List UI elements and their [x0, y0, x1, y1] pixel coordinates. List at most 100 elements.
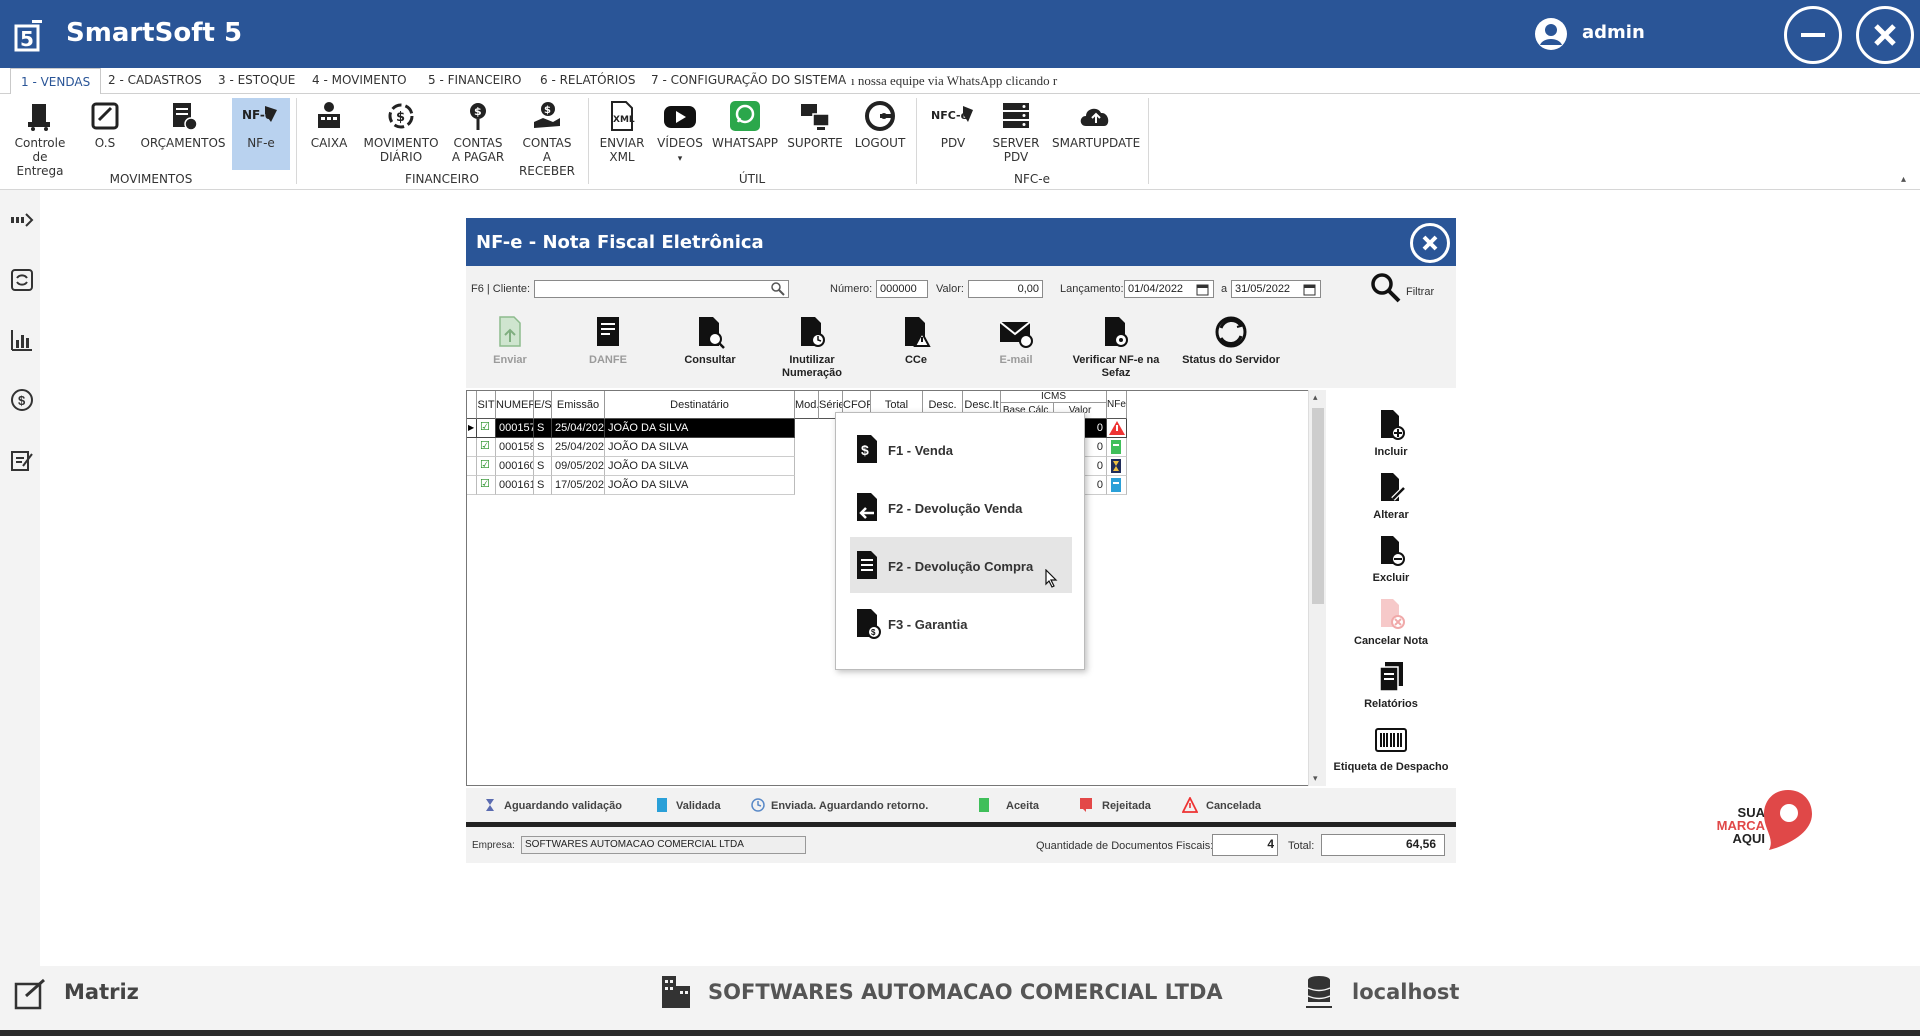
- chart-icon[interactable]: [10, 328, 34, 352]
- nfe-icon: NF-e: [242, 106, 277, 122]
- server-pdv-button[interactable]: SERVER PDV: [988, 98, 1044, 170]
- calendar-icon[interactable]: [1303, 283, 1316, 296]
- orcamentos-button[interactable]: ORÇAMENTOS: [140, 98, 226, 170]
- col-numero[interactable]: NUMERO: [496, 391, 534, 419]
- relatorios-button[interactable]: Relatórios: [1326, 660, 1456, 711]
- sidebar-toggle-icon[interactable]: [10, 208, 34, 232]
- menu-item-garantia[interactable]: $ F3 - Garantia: [850, 595, 1072, 651]
- money-icon[interactable]: $: [10, 388, 34, 412]
- movimento-diario-button[interactable]: $ MOVIMENTO DIÁRIO: [362, 98, 440, 170]
- toolbar: Enviar DANFE Consultar Inutilizar Numeraç…: [466, 308, 1456, 388]
- edit-document-icon: [1381, 473, 1406, 501]
- validated-icon: [657, 798, 667, 812]
- os-button[interactable]: O.S: [80, 98, 130, 170]
- status-filial: Matriz: [64, 980, 139, 1004]
- tab-vendas[interactable]: 1 - VENDAS: [10, 68, 102, 95]
- check-icon: ☑: [477, 457, 496, 476]
- tab-movimento[interactable]: 4 - MOVIMENTO: [312, 73, 407, 87]
- incluir-button[interactable]: Incluir: [1326, 408, 1456, 459]
- qtd-field: 4: [1212, 834, 1278, 856]
- close-dialog-button[interactable]: [1410, 223, 1450, 263]
- contas-pagar-button[interactable]: $ CONTAS A PAGAR: [450, 98, 506, 170]
- svg-text:$: $: [474, 105, 482, 118]
- danfe-button[interactable]: DANFE: [578, 314, 638, 367]
- tab-configuracao[interactable]: 7 - CONFIGURAÇÃO DO SISTEMA: [651, 73, 846, 87]
- sync-icon[interactable]: [10, 268, 34, 292]
- tab-cadastros[interactable]: 2 - CADASTROS: [108, 73, 202, 87]
- valor-label: Valor:: [936, 283, 964, 295]
- whatsapp-button[interactable]: WHATSAPP: [712, 98, 778, 170]
- menu-item-devolucao-venda[interactable]: F2 - Devolução Venda: [850, 479, 1072, 535]
- warranty-icon: $: [857, 609, 881, 639]
- col-emissao[interactable]: Emissão: [552, 391, 605, 419]
- edit-document-icon[interactable]: [10, 448, 34, 472]
- search-client-icon[interactable]: [771, 282, 785, 296]
- col-destinatario[interactable]: Destinatário: [605, 391, 795, 419]
- consultar-button[interactable]: Consultar: [676, 314, 744, 367]
- smartupdate-button[interactable]: SMARTUPDATE: [1052, 98, 1140, 170]
- legend-aguardando: Aguardando validação: [504, 800, 622, 812]
- receive-bills-icon: $: [534, 102, 560, 128]
- numero-input[interactable]: 000000: [876, 280, 928, 298]
- menu-item-venda[interactable]: $ F1 - Venda: [850, 421, 1072, 477]
- logout-button[interactable]: LOGOUT: [852, 98, 908, 170]
- col-nfe[interactable]: NFe: [1107, 391, 1127, 419]
- caixa-button[interactable]: CAIXA: [304, 98, 354, 170]
- close-app-button[interactable]: [1856, 6, 1914, 64]
- col-icms[interactable]: ICMS: [1001, 391, 1107, 403]
- excluir-button[interactable]: Excluir: [1326, 534, 1456, 585]
- cash-register-icon: [318, 102, 340, 128]
- total-label: Total:: [1288, 840, 1315, 852]
- col-sit[interactable]: SIT: [477, 391, 496, 419]
- col-mod[interactable]: Mod.: [795, 391, 819, 419]
- suporte-button[interactable]: SUPORTE: [786, 98, 844, 170]
- cliente-input[interactable]: [534, 280, 789, 298]
- cancelar-nota-button[interactable]: Cancelar Nota: [1326, 597, 1456, 648]
- calendar-icon[interactable]: [1196, 283, 1209, 296]
- nfe-button[interactable]: NF-e NF-e: [232, 98, 290, 170]
- email-button[interactable]: E-mail: [986, 314, 1046, 367]
- cell-destinatario: JOÃO DA SILVA: [605, 419, 795, 438]
- budget-icon: [173, 103, 198, 131]
- grid-scrollbar[interactable]: ▴ ▾: [1308, 390, 1326, 786]
- tab-relatorios[interactable]: 6 - RELATÓRIOS: [540, 73, 635, 87]
- dialog-footer: Empresa: SOFTWARES AUTOMACAO COMERCIAL L…: [466, 827, 1456, 863]
- user-avatar-icon[interactable]: [1535, 18, 1567, 50]
- minimize-button[interactable]: [1784, 6, 1842, 64]
- minimize-icon: [1801, 33, 1825, 37]
- tab-financeiro[interactable]: 5 - FINANCEIRO: [428, 73, 521, 87]
- controle-entrega-button[interactable]: Controle de Entrega: [8, 98, 72, 178]
- inutilize-icon: [801, 317, 825, 347]
- verificar-sefaz-button[interactable]: Verificar NF-e na Sefaz: [1066, 314, 1166, 380]
- status-servidor-button[interactable]: Status do Servidor: [1176, 314, 1286, 367]
- etiqueta-despacho-button[interactable]: Etiqueta de Despacho: [1326, 723, 1456, 774]
- cce-button[interactable]: CCe: [886, 314, 946, 367]
- user-name[interactable]: admin: [1582, 22, 1645, 43]
- status-bar: Matriz SOFTWARES AUTOMACAO COMERCIAL LTD…: [0, 966, 1920, 1030]
- inutilizar-button[interactable]: Inutilizar Numeração: [770, 314, 854, 380]
- filtrar-button[interactable]: Filtrar: [1406, 286, 1434, 298]
- col-es[interactable]: E/S: [534, 391, 552, 419]
- search-icon[interactable]: [1370, 272, 1402, 304]
- new-nfe-popup-menu: $ F1 - Venda F2 - Devolução Venda F2 - D…: [835, 412, 1085, 670]
- server-icon: [1003, 103, 1029, 128]
- scroll-up-icon[interactable]: ▴: [1313, 392, 1318, 403]
- scroll-thumb[interactable]: [1312, 408, 1324, 604]
- hourglass-icon: [1107, 457, 1127, 476]
- logout-icon: [865, 101, 895, 131]
- dialog-header: NF-e - Nota Fiscal Eletrônica: [466, 218, 1456, 266]
- menu-item-devolucao-compra[interactable]: F2 - Devolução Compra: [850, 537, 1072, 593]
- valor-input[interactable]: 0,00: [968, 280, 1043, 298]
- alterar-button[interactable]: Alterar: [1326, 471, 1456, 522]
- tab-estoque[interactable]: 3 - ESTOQUE: [218, 73, 295, 87]
- enviar-button[interactable]: Enviar: [480, 314, 540, 367]
- enviar-xml-button[interactable]: XML ENVIAR XML: [596, 98, 648, 170]
- cell-emissao: 09/05/2022: [552, 457, 605, 476]
- contas-receber-button[interactable]: $ CONTAS A RECEBER: [514, 98, 580, 178]
- pdv-button[interactable]: NFC-e PDV: [926, 98, 980, 170]
- videos-button[interactable]: VÍDEOS ▾: [656, 98, 704, 170]
- side-actions: Incluir Alterar Excluir Cancelar Nota Re…: [1326, 388, 1456, 788]
- scroll-down-icon[interactable]: ▾: [1313, 773, 1318, 784]
- svg-text:$: $: [861, 442, 869, 458]
- collapse-ribbon-icon[interactable]: ▴: [1901, 174, 1906, 185]
